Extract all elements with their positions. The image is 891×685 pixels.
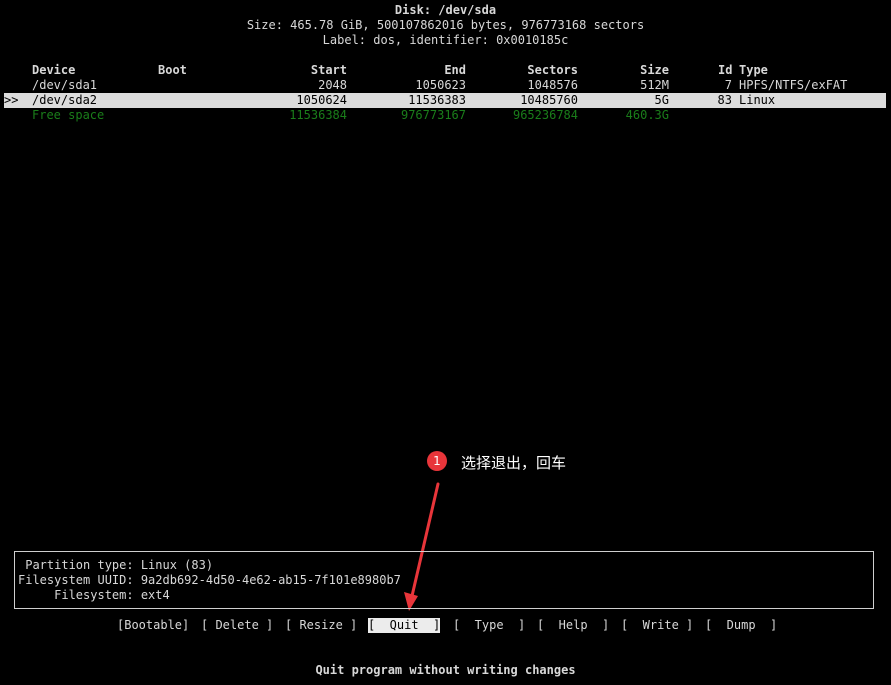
menu-write-button[interactable]: [ Write ] — [621, 618, 693, 633]
menu-quit-button[interactable]: [ Quit ] — [368, 618, 441, 633]
menu-delete-button[interactable]: [ Delete ] — [201, 618, 273, 633]
partition-type-line: Partition type: Linux (83) — [18, 558, 214, 572]
partition-info-box: Partition type: Linux (83) Filesystem UU… — [14, 551, 874, 609]
menu-dump-button[interactable]: [ Dump ] — [705, 618, 777, 633]
menu-bootable-button[interactable]: [Bootable] — [117, 618, 189, 633]
menu-type-button[interactable]: [ Type ] — [453, 618, 525, 633]
status-hint: Quit program without writing changes — [315, 663, 576, 677]
menu-resize-button[interactable]: [ Resize ] — [285, 618, 357, 633]
filesystem-line: Filesystem: ext4 — [18, 588, 170, 602]
filesystem-uuid-line: Filesystem UUID: 9a2db692-4d50-4e62-ab15… — [18, 573, 401, 587]
menu-help-button[interactable]: [ Help ] — [537, 618, 609, 633]
